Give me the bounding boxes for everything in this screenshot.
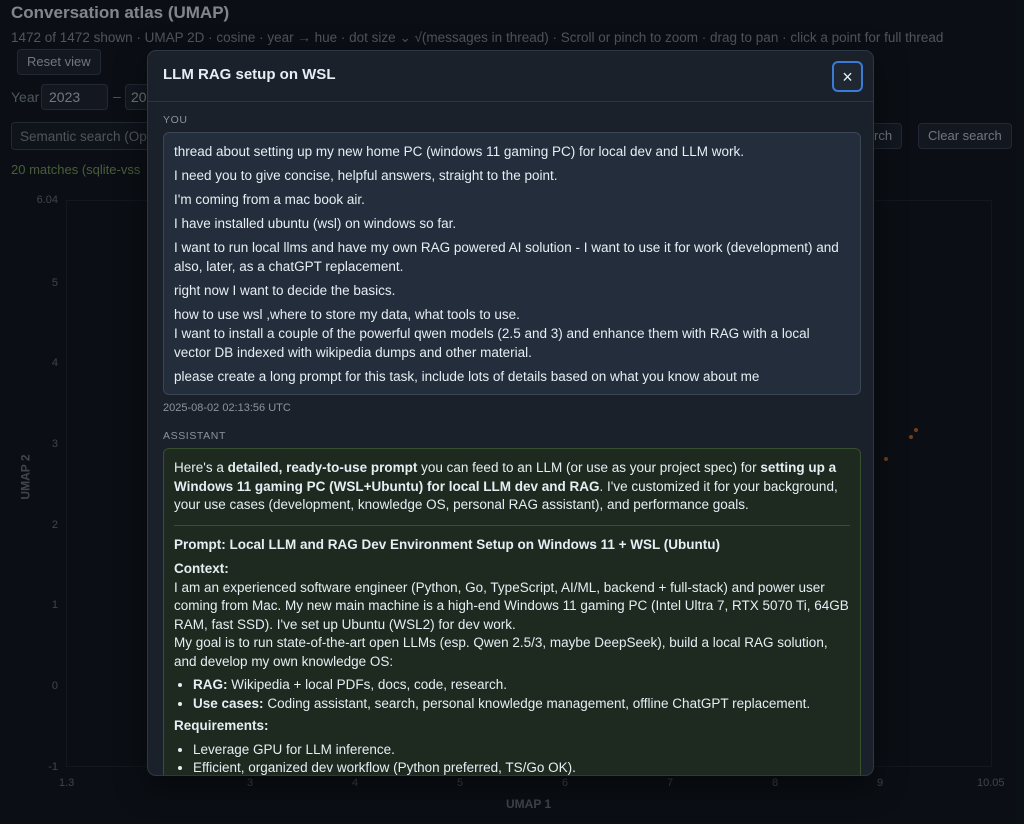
bullet-label: Use cases: (193, 695, 264, 711)
message-timestamp: 2025-08-02 02:13:56 UTC (163, 402, 291, 414)
you-section-label: YOU (163, 114, 188, 126)
assistant-section-label: ASSISTANT (163, 430, 226, 442)
assistant-message: Here's a detailed, ready-to-use prompt y… (163, 448, 861, 776)
message-paragraph: right now I want to decide the basics. (174, 283, 396, 298)
message-paragraph: I'm coming from a mac book air. (174, 192, 365, 207)
prompt-heading: Prompt: Local LLM and RAG Dev Environmen… (174, 536, 721, 552)
list-item: Use cases: Coding assistant, search, per… (193, 695, 850, 714)
close-icon[interactable]: × (832, 61, 863, 92)
bullet-label: RAG: (193, 677, 228, 692)
message-paragraph: how to use wsl ,where to store my data, … (174, 307, 810, 360)
message-paragraph: I want to run local llms and have my own… (174, 240, 839, 274)
bullet-text: Wikipedia + local PDFs, docs, code, rese… (227, 677, 507, 692)
message-paragraph: I need you to give concise, helpful answ… (174, 168, 558, 183)
intro-text: you can feed to an LLM (or use as your p… (417, 460, 761, 475)
modal-header: LLM RAG setup on WSL × (148, 51, 873, 102)
modal-body[interactable]: YOU thread about setting up my new home … (163, 114, 861, 776)
divider (174, 524, 850, 526)
context-text: I am an experienced software engineer (P… (174, 579, 849, 632)
list-item: Efficient, organized dev workflow (Pytho… (193, 759, 850, 775)
goal-list: RAG: Wikipedia + local PDFs, docs, code,… (193, 676, 850, 713)
intro-text: Here's a (174, 460, 228, 475)
requirements-heading: Requirements: (174, 718, 269, 733)
context-heading: Context: (174, 561, 229, 576)
message-paragraph: I have installed ubuntu (wsl) on windows… (174, 216, 457, 231)
user-message: thread about setting up my new home PC (… (163, 132, 861, 395)
message-paragraph: please create a long prompt for this tas… (174, 369, 760, 384)
message-paragraph: thread about setting up my new home PC (… (174, 144, 745, 159)
thread-modal: LLM RAG setup on WSL × YOU thread about … (147, 50, 874, 776)
goal-text: My goal is to run state-of-the-art open … (174, 635, 828, 669)
assistant-intro: Here's a detailed, ready-to-use prompt y… (174, 459, 850, 515)
bullet-text: Coding assistant, search, personal knowl… (263, 695, 811, 711)
modal-title: LLM RAG setup on WSL (163, 66, 336, 83)
intro-bold: detailed, ready-to-use prompt (227, 460, 418, 475)
requirements-list: Leverage GPU for LLM inference. Efficien… (193, 741, 850, 776)
list-item: Leverage GPU for LLM inference. (193, 741, 850, 760)
list-item: RAG: Wikipedia + local PDFs, docs, code,… (193, 676, 850, 695)
